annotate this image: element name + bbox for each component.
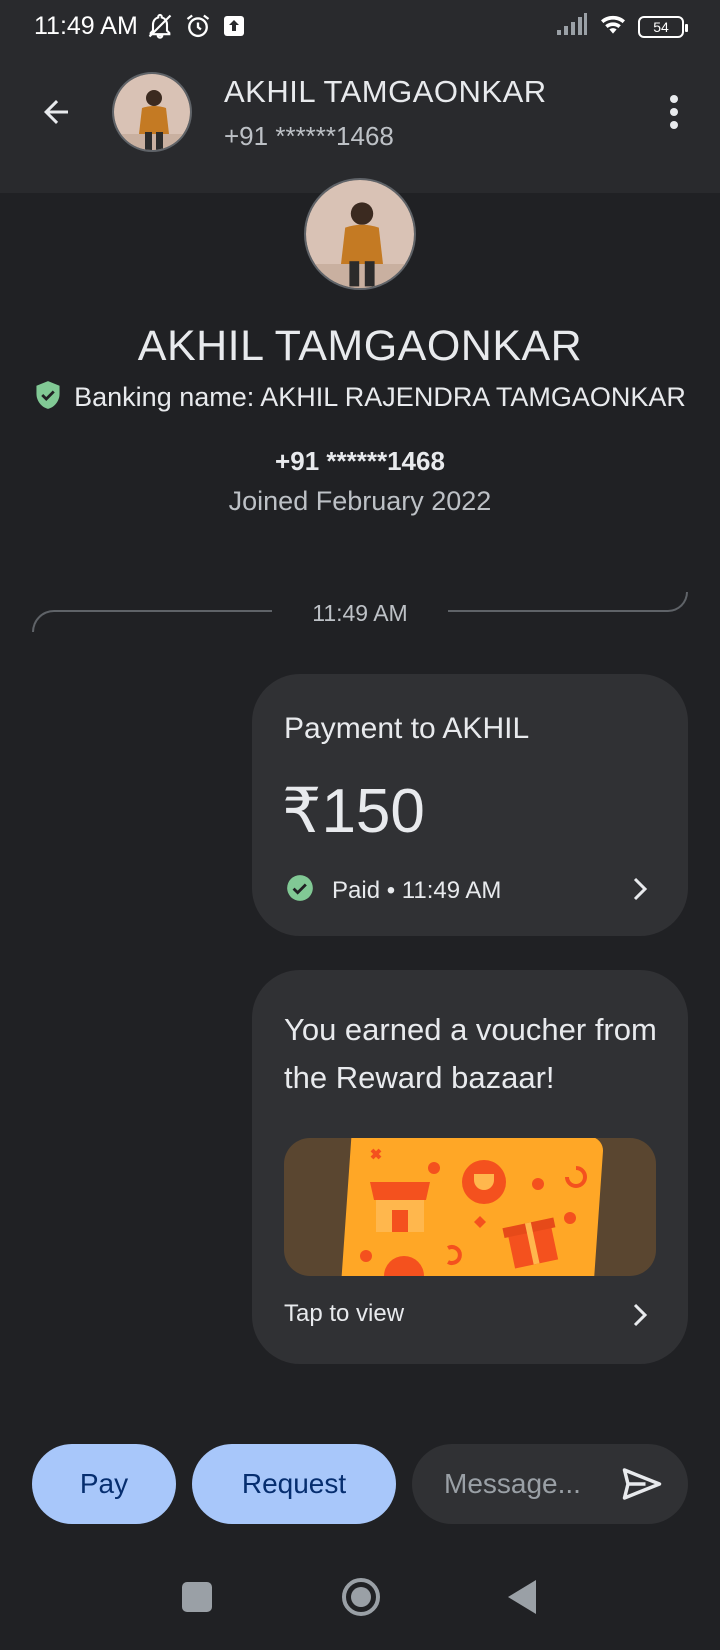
- payment-card[interactable]: Payment to AKHIL ₹150 Paid • 11:49 AM: [252, 674, 688, 936]
- status-icons-left: [146, 12, 246, 45]
- message-box: [412, 1444, 688, 1524]
- profile-joined-date: Joined February 2022: [228, 486, 492, 516]
- system-nav-bar: [0, 1560, 720, 1650]
- request-button[interactable]: Request: [192, 1444, 396, 1524]
- profile-name: AKHIL TAMGAONKAR: [137, 322, 583, 370]
- nav-back-button[interactable]: [508, 1580, 536, 1614]
- divider-line-right: [448, 592, 688, 612]
- voucher-card[interactable]: You earned a voucher from the Reward baz…: [252, 970, 688, 1364]
- payment-amount: ₹150: [282, 777, 425, 846]
- banking-name: Banking name: AKHIL RAJENDRA TAMGAONKAR: [74, 382, 686, 412]
- battery-icon: 54: [638, 15, 688, 38]
- chevron-right-icon[interactable]: [628, 874, 652, 904]
- chevron-right-icon[interactable]: [628, 1300, 652, 1330]
- app-bar: AKHIL TAMGAONKAR +91 ******1468: [0, 56, 720, 193]
- status-time: 11:49 AM: [34, 12, 138, 40]
- message-input[interactable]: [444, 1444, 614, 1524]
- person-photo-icon: [306, 180, 414, 288]
- status-bar: 11:49 AM 54: [0, 0, 720, 56]
- battery-level: 54: [653, 18, 669, 35]
- notifications-off-icon: [146, 12, 174, 45]
- pay-button[interactable]: Pay: [32, 1444, 176, 1524]
- send-icon: [622, 1468, 662, 1500]
- voucher-illustration: [284, 1138, 656, 1276]
- recent-apps-button[interactable]: [182, 1582, 212, 1612]
- verified-shield-icon: [34, 380, 62, 415]
- send-button[interactable]: [620, 1464, 664, 1504]
- wifi-icon: [598, 12, 628, 41]
- check-circle-icon: [286, 874, 314, 907]
- person-photo-icon: [114, 74, 190, 150]
- more-options-button[interactable]: [650, 86, 698, 138]
- gift-voucher-icon: [340, 1138, 604, 1276]
- home-circle-icon: [351, 1587, 371, 1607]
- avatar[interactable]: [112, 72, 192, 152]
- back-button[interactable]: [30, 86, 82, 138]
- more-vert-icon: [670, 95, 678, 129]
- divider-line-left: [32, 610, 272, 632]
- banking-name-row: Banking name: AKHIL RAJENDRA TAMGAONKAR: [0, 380, 720, 415]
- home-button[interactable]: [342, 1578, 380, 1616]
- signal-icon: [556, 12, 588, 41]
- upload-icon: [222, 14, 246, 43]
- tap-to-view-link[interactable]: Tap to view: [284, 1300, 404, 1328]
- status-icons-right: 54: [556, 12, 688, 41]
- arrow-back-icon: [44, 100, 68, 124]
- voucher-title: You earned a voucher from the Reward baz…: [284, 1012, 657, 1095]
- profile-phone: +91 ******1468: [275, 446, 445, 476]
- alarm-icon: [184, 12, 212, 45]
- payment-title: Payment to AKHIL: [284, 712, 530, 745]
- header-contact-name: AKHIL TAMGAONKAR: [224, 74, 547, 109]
- profile-avatar[interactable]: [304, 178, 416, 290]
- header-contact-phone: +91 ******1468: [224, 121, 394, 151]
- payment-status-row: Paid • 11:49 AM: [286, 874, 501, 907]
- payment-status: Paid • 11:49 AM: [332, 876, 502, 904]
- shop-icon: [370, 1182, 430, 1232]
- conversation-timestamp: 11:49 AM: [312, 600, 408, 626]
